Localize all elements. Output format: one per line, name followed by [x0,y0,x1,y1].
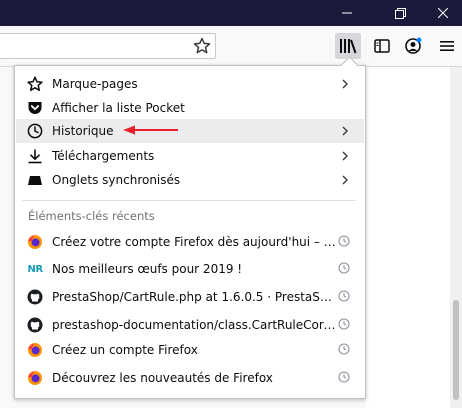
recent-item-label: Découvrez les nouveautés de Firefox [52,371,273,385]
recent-item[interactable]: PrestaShop/CartRule.php at 1.6.0.5 · Pre… [16,285,364,309]
menu-item-label: Téléchargements [52,149,155,163]
chevron-right-icon [342,126,348,136]
clock-icon [27,123,43,139]
menu-item-synced-tabs[interactable]: Onglets synchronisés [16,168,364,192]
library-button[interactable] [335,33,361,59]
recent-item-label: Nos meilleurs œufs pour 2019 ! [52,262,243,276]
annotation-arrow-icon [123,125,178,135]
history-clock-icon [338,235,350,247]
history-clock-icon [338,290,350,302]
history-clock-icon [338,262,350,274]
menu-item-label: Marque-pages [52,77,138,91]
star-icon [27,76,43,92]
menu-item-pocket[interactable]: Afficher la liste Pocket [16,96,364,120]
url-bar[interactable] [0,33,216,59]
history-clock-icon [338,343,350,355]
recent-item-label: Créez votre compte Firefox dès aujourd'h… [52,235,338,249]
menu-item-bookmarks[interactable]: Marque-pages [16,72,364,96]
hamburger-menu-icon [440,41,454,51]
menu-separator [22,200,356,201]
history-clock-icon [338,371,350,383]
menu-item-label: Historique [52,124,114,138]
open-menu-button[interactable] [434,33,460,59]
download-icon [27,148,43,164]
sidebar-icon [374,39,390,53]
chevron-right-icon [342,151,348,161]
menu-item-label: Onglets synchronisés [52,173,181,187]
recent-item[interactable]: Créez votre compte Firefox dès aujourd'h… [16,230,364,254]
sidebar-button[interactable] [369,33,395,59]
recent-item-label: prestashop-documentation/class.CartRuleC… [52,318,338,332]
close-window-button[interactable] [420,0,462,26]
firefox-icon [27,234,43,250]
library-icon [340,39,357,54]
menu-item-downloads[interactable]: Téléchargements [16,144,364,168]
recent-item[interactable]: Découvrez les nouveautés de Firefox [16,366,364,390]
menu-item-label: Afficher la liste Pocket [52,101,185,115]
recent-item-label: PrestaShop/CartRule.php at 1.6.0.5 · Pre… [52,290,338,304]
recent-item[interactable]: Créez un compte Firefox [16,338,364,362]
recent-item[interactable]: NR Nos meilleurs œufs pour 2019 ! [16,257,364,281]
restore-button[interactable] [377,0,423,26]
recent-item-label: Créez un compte Firefox [52,343,198,357]
minimize-icon [342,12,352,14]
chevron-right-icon [342,175,348,185]
chevron-right-icon [342,79,348,89]
restore-icon [394,7,406,19]
close-icon [438,8,448,18]
history-clock-icon [338,318,350,330]
page-content [366,67,462,408]
nr-logo-icon: NR [27,263,43,275]
minimize-button[interactable] [324,0,370,26]
pocket-icon [27,100,43,116]
synced-tabs-icon [27,172,43,188]
title-bar [0,0,462,26]
recent-highlights-header: Éléments-clés récents [28,209,155,223]
github-icon [27,317,43,333]
star-outline-icon[interactable] [193,37,211,55]
account-icon [405,37,422,54]
recent-item[interactable]: prestashop-documentation/class.CartRuleC… [16,313,364,337]
account-badge [416,37,422,43]
page-scrollbar-thumb[interactable] [453,300,459,400]
github-icon [27,289,43,305]
firefox-icon [27,342,43,358]
menu-item-history[interactable]: Historique [16,119,364,143]
firefox-icon [27,370,43,386]
account-button[interactable] [400,33,426,59]
